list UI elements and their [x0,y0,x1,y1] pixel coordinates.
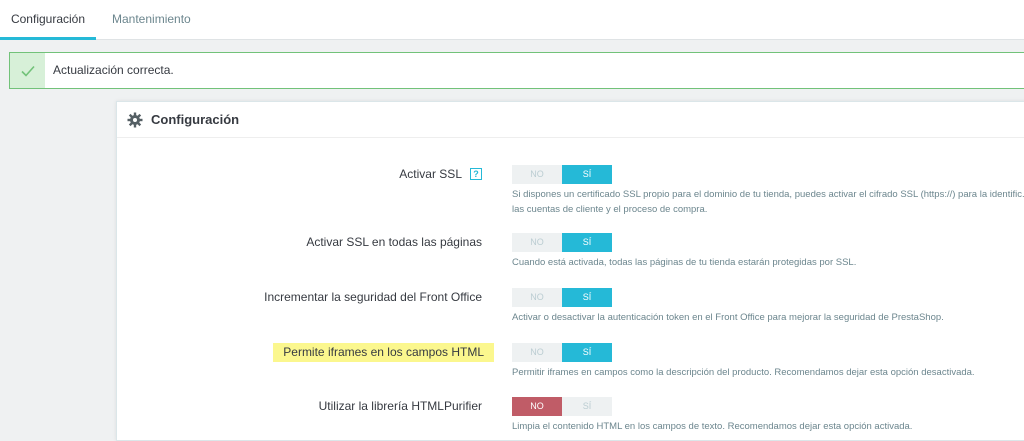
setting-label: Incrementar la seguridad del Front Offic… [264,290,482,304]
tab-configuracion[interactable]: Configuración [0,0,96,40]
htmlpurifier-toggle[interactable]: NO SÍ [512,397,612,416]
setting-label: Activar SSL en todas las páginas [306,235,482,249]
toggle-yes[interactable]: SÍ [562,233,612,252]
alert-message: Actualización correcta. [53,63,174,77]
toggle-yes[interactable]: SÍ [562,343,612,362]
toggle-no[interactable]: NO [512,397,562,416]
toggle-no[interactable]: NO [512,233,562,252]
toggle-no[interactable]: NO [512,343,562,362]
setting-description: Activar o desactivar la autenticación to… [512,312,944,323]
setting-label: Permite iframes en los campos HTML [273,343,494,362]
ssl-toggle[interactable]: NO SÍ [512,165,612,184]
tab-bar: Configuración Mantenimiento [0,0,1024,40]
panel-title: Configuración [151,112,240,127]
toggle-no[interactable]: NO [512,288,562,307]
iframes-toggle[interactable]: NO SÍ [512,343,612,362]
gear-icon [127,112,143,128]
setting-description: Permitir iframes en campos como la descr… [512,367,975,378]
setting-description: Si dispones un certificado SSL propio pa… [512,189,1024,215]
setting-label: Utilizar la librería HTMLPurifier [318,399,482,413]
setting-label-text: Activar SSL [399,167,462,181]
toggle-yes[interactable]: SÍ [562,288,612,307]
toggle-yes[interactable]: SÍ [562,165,612,184]
front-office-security-toggle[interactable]: NO SÍ [512,288,612,307]
ssl-all-pages-toggle[interactable]: NO SÍ [512,233,612,252]
help-icon[interactable]: ? [470,168,482,180]
tab-mantenimiento[interactable]: Mantenimiento [100,0,203,40]
setting-description: Limpia el contenido HTML en los campos d… [512,421,913,432]
config-panel: Configuración Activar SSL? NO SÍ Si disp… [116,101,1024,441]
toggle-no[interactable]: NO [512,165,562,184]
toggle-yes[interactable]: SÍ [562,397,612,416]
setting-label: Activar SSL? [399,165,482,184]
success-alert: Actualización correcta. [9,52,1024,89]
setting-description: Cuando está activada, todas las páginas … [512,257,857,268]
panel-header: Configuración [117,102,1024,138]
check-icon [10,53,45,88]
